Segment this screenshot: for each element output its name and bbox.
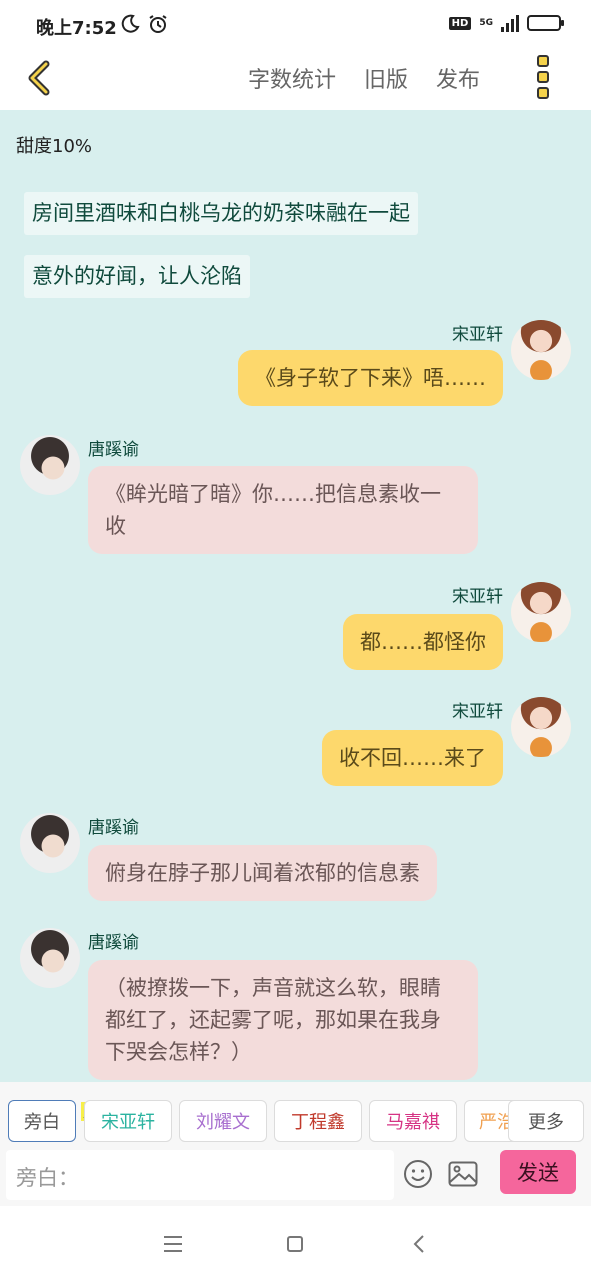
image-icon[interactable] [448,1161,478,1187]
top-bar: 字数统计 旧版 发布 [0,50,591,110]
status-bar: 晚上7:52 HD 5G [0,0,591,50]
message-bubble[interactable]: 《眸光暗了暗》你……把信息素收一收 [88,466,478,554]
old-version-button[interactable]: 旧版 [364,62,408,94]
menu-icon[interactable] [164,1236,182,1252]
publish-button[interactable]: 发布 [436,62,480,94]
chat-area[interactable]: 甜度10% 房间里酒味和白桃乌龙的奶茶味融在一起 意外的好闻，让人沦陷 宋亚轩 … [0,110,591,1082]
narration-line[interactable]: 房间里酒味和白桃乌龙的奶茶味融在一起 [24,192,418,236]
hd-badge: HD [448,16,472,30]
avatar[interactable] [20,928,80,988]
more-characters-button[interactable]: 更多 [508,1100,584,1142]
alarm-icon [149,15,167,33]
back-icon[interactable] [412,1234,426,1254]
chip-narration[interactable]: 旁白 [8,1100,76,1142]
home-icon[interactable] [287,1236,303,1252]
smiley-icon[interactable] [403,1159,433,1189]
chip-character[interactable]: 宋亚轩 [84,1100,172,1142]
vertical-dots-icon[interactable] [537,55,551,99]
avatar[interactable] [20,813,80,873]
status-time: 晚上7:52 [36,18,117,39]
sweetness-label: 甜度10% [16,136,93,157]
moon-icon [121,14,140,33]
message-input[interactable]: 旁白： [6,1150,394,1200]
avatar[interactable] [511,582,571,642]
battery-icon [527,15,564,31]
speaker-name: 宋亚轩 [452,587,503,607]
speaker-name: 宋亚轩 [452,702,503,722]
chip-character[interactable]: 丁程鑫 [274,1100,362,1142]
speaker-name: 唐蹊谕 [88,440,139,460]
narration-line[interactable]: 意外的好闻，让人沦陷 [24,255,250,299]
message-bubble[interactable]: 《身子软了下来》唔…… [238,350,503,406]
speaker-name: 唐蹊谕 [88,818,139,838]
input-row: 旁白： 发送 [0,1146,591,1206]
avatar[interactable] [511,697,571,757]
message-bubble[interactable]: （被撩拨一下，声音就这么软，眼睛都红了，还起雾了呢，那如果在我身下哭会怎样？） [88,960,478,1080]
word-count-button[interactable]: 字数统计 [248,62,336,94]
character-selector: 旁白 主 宋亚轩 刘耀文 丁程鑫 马嘉祺 严浩 更多 [0,1082,591,1146]
speaker-name: 宋亚轩 [452,325,503,345]
message-bubble[interactable]: 收不回……来了 [322,730,503,786]
send-button[interactable]: 发送 [500,1150,576,1194]
avatar[interactable] [20,435,80,495]
avatar[interactable] [511,320,571,380]
chip-character[interactable]: 马嘉祺 [369,1100,457,1142]
message-bubble[interactable]: 俯身在脖子那儿闻着浓郁的信息素 [88,845,437,901]
network-label: 5G [479,18,493,28]
chevron-left-icon[interactable] [20,58,60,98]
speaker-name: 唐蹊谕 [88,933,139,953]
signal-icon [501,14,519,32]
chip-character[interactable]: 刘耀文 [179,1100,267,1142]
message-bubble[interactable]: 都……都怪你 [343,614,503,670]
system-nav-bar [0,1206,591,1280]
